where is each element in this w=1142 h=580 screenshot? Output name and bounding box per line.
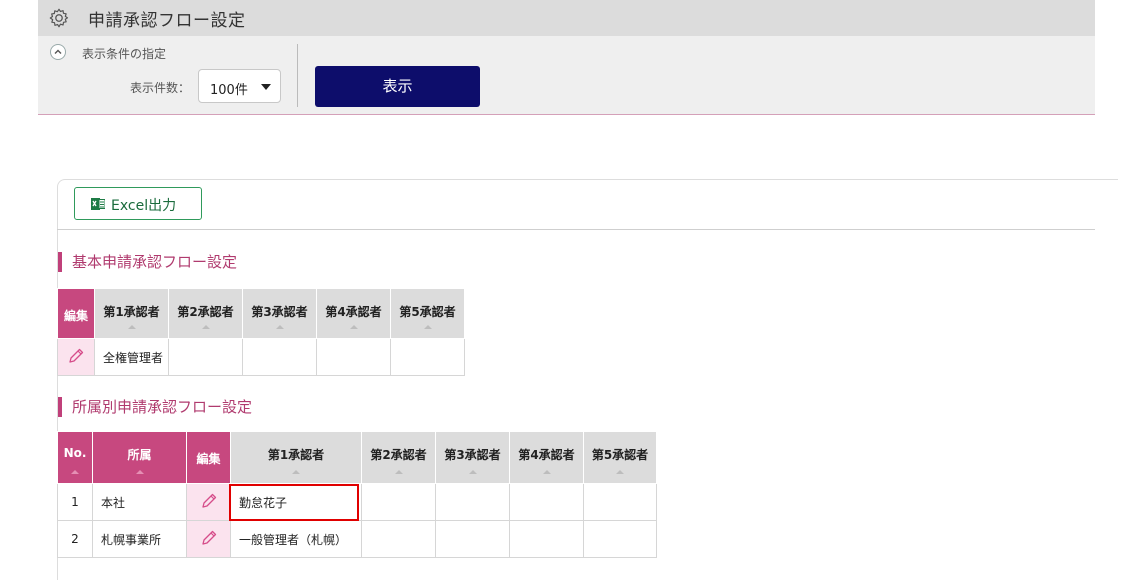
dept-cell: 本社	[92, 483, 187, 521]
column-header-edit: 編集	[186, 431, 231, 484]
divider	[297, 44, 298, 107]
table-row: 1 本社 勤怠花子	[57, 483, 657, 521]
approver5-cell	[390, 338, 465, 376]
column-header-approver5[interactable]: 第5承認者	[390, 288, 465, 339]
column-header-approver2[interactable]: 第2承認者	[361, 431, 436, 484]
dept-flow-table: No. 所属 編集 第1承認者 第2承認者 第3承認者 第4承認者 第5承認者 …	[57, 431, 657, 558]
sort-icon	[349, 325, 358, 329]
edit-pencil-button[interactable]	[186, 483, 231, 521]
row-number: 1	[57, 483, 93, 521]
sort-icon	[292, 470, 300, 474]
dept-flow-section-title: 所属別申請承認フロー設定	[58, 397, 252, 417]
dept-cell: 札幌事業所	[92, 520, 187, 558]
count-select[interactable]: 100件	[198, 69, 281, 103]
approver1-cell: 一般管理者（札幌）	[230, 520, 362, 558]
approver4-cell	[509, 520, 584, 558]
sort-icon	[394, 470, 403, 474]
approver1-cell: 全権管理者	[94, 338, 169, 376]
approver4-cell	[509, 483, 584, 521]
excel-export-label: Excel出力	[111, 198, 177, 214]
column-header-edit: 編集	[57, 288, 95, 339]
page-title: 申請承認フロー設定	[88, 11, 246, 31]
row-number: 2	[57, 520, 93, 558]
approver2-cell	[361, 520, 436, 558]
approver3-cell	[242, 338, 317, 376]
sort-icon	[71, 470, 79, 474]
column-header-approver1[interactable]: 第1承認者	[94, 288, 169, 339]
column-header-approver3[interactable]: 第3承認者	[435, 431, 510, 484]
sort-icon	[423, 325, 432, 329]
column-header-approver4[interactable]: 第4承認者	[316, 288, 391, 339]
divider	[57, 229, 1095, 230]
basic-flow-section-title: 基本申請承認フロー設定	[58, 252, 237, 272]
sort-icon	[616, 470, 624, 474]
sort-icon	[127, 325, 136, 329]
sort-icon	[135, 470, 144, 474]
pencil-icon	[201, 493, 216, 508]
excel-icon	[91, 198, 105, 210]
count-label: 表示件数：	[130, 81, 191, 95]
pencil-icon	[201, 530, 216, 545]
column-header-approver1[interactable]: 第1承認者	[230, 431, 362, 484]
count-select-value: 100件	[210, 83, 248, 98]
title-bar: 申請承認フロー設定	[38, 0, 1095, 36]
approver1-cell: 勤怠花子	[230, 483, 362, 521]
edit-pencil-button[interactable]	[186, 520, 231, 558]
column-header-no[interactable]: No.	[57, 431, 93, 484]
approver4-cell	[316, 338, 391, 376]
gear-icon	[49, 8, 69, 28]
sort-icon	[275, 325, 284, 329]
approver5-cell	[583, 520, 657, 558]
chevron-up-icon	[54, 49, 62, 54]
table-row: 全権管理者	[57, 338, 465, 376]
table-row: 2 札幌事業所 一般管理者（札幌）	[57, 520, 657, 558]
column-header-dept[interactable]: 所属	[92, 431, 187, 484]
collapse-toggle-button[interactable]	[50, 44, 66, 60]
approver3-cell	[435, 483, 510, 521]
filter-panel: 表示条件の指定 表示件数： 100件 表示	[38, 36, 1095, 115]
filter-caption: 表示条件の指定	[82, 47, 167, 61]
sort-icon	[201, 325, 210, 329]
approver5-cell	[583, 483, 657, 521]
basic-flow-table: 編集 第1承認者 第2承認者 第3承認者 第4承認者 第5承認者 全権管理者	[57, 288, 465, 376]
column-header-approver4[interactable]: 第4承認者	[509, 431, 584, 484]
excel-export-button[interactable]: Excel出力	[74, 187, 202, 220]
pencil-icon	[69, 348, 84, 363]
sort-icon	[542, 470, 551, 474]
edit-pencil-button[interactable]	[57, 338, 95, 376]
approver2-cell	[361, 483, 436, 521]
approver2-cell	[168, 338, 243, 376]
sort-icon	[468, 470, 477, 474]
column-header-approver2[interactable]: 第2承認者	[168, 288, 243, 339]
caret-down-icon	[261, 84, 271, 90]
column-header-approver5[interactable]: 第5承認者	[583, 431, 657, 484]
approver3-cell	[435, 520, 510, 558]
show-button[interactable]: 表示	[315, 66, 480, 107]
column-header-approver3[interactable]: 第3承認者	[242, 288, 317, 339]
